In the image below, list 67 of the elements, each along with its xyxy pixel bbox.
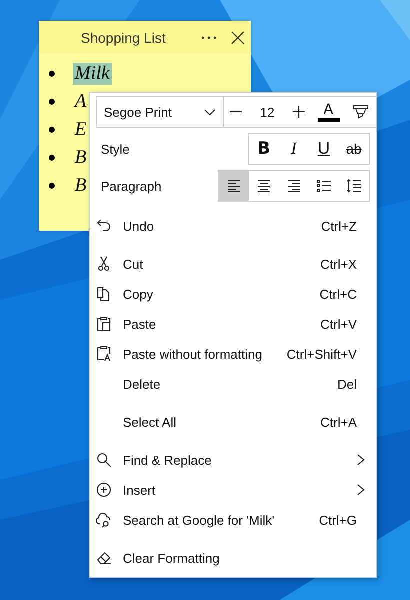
bullet-icon xyxy=(49,183,55,189)
bullet-icon xyxy=(49,127,55,133)
paste-icon xyxy=(96,316,112,332)
menu-item[interactable]: Paste Ctrl+V xyxy=(90,309,376,339)
copy-icon xyxy=(96,286,112,302)
search-icon xyxy=(96,452,112,468)
menu-item-label: Paste xyxy=(123,316,158,332)
menu-item-label: Cut xyxy=(123,256,144,272)
align-right-icon xyxy=(286,178,302,194)
eraser-icon xyxy=(96,550,112,566)
bullet-icon xyxy=(49,71,55,77)
shortcut-label: Ctrl+Z xyxy=(321,218,357,234)
shortcut-label: Ctrl+C xyxy=(320,286,357,302)
menu-item-label: Undo xyxy=(123,218,156,234)
highlighter-icon xyxy=(353,104,369,120)
note-title: Shopping List xyxy=(81,30,167,46)
menu-item[interactable]: Clear Formatting xyxy=(90,543,376,573)
style-label: Style xyxy=(100,142,131,156)
shortcut-label: Del xyxy=(337,376,357,392)
menu-item-label: Find & Replace xyxy=(123,452,213,468)
undo-icon xyxy=(96,218,112,234)
menu-item[interactable]: Cut Ctrl+X xyxy=(90,249,376,279)
menu-item-label: Search at Google for 'Milk' xyxy=(123,512,276,528)
more-icon[interactable] xyxy=(201,36,217,40)
menu-item-label: Copy xyxy=(123,286,154,302)
list-item: B xyxy=(74,175,88,197)
menu-item[interactable]: Undo Ctrl+Z xyxy=(90,211,376,241)
chevron-icon xyxy=(357,454,365,466)
menu-item-label: Delete xyxy=(123,376,162,392)
menu-item[interactable]: Select All Ctrl+A xyxy=(90,407,376,437)
menu-item-label: Clear Formatting xyxy=(123,550,221,566)
close-icon[interactable] xyxy=(231,30,245,44)
insert-icon xyxy=(96,482,112,498)
align-left-button[interactable] xyxy=(219,171,249,201)
menu-item[interactable]: Delete Del xyxy=(90,369,376,399)
menu-item[interactable]: Insert xyxy=(90,475,376,505)
list-item: B xyxy=(74,147,88,169)
bullet-list-icon xyxy=(316,178,332,194)
plus-icon[interactable] xyxy=(293,106,305,118)
align-center-icon xyxy=(256,178,272,194)
list-item: E xyxy=(74,119,88,141)
cloud-search-icon xyxy=(96,512,112,528)
menu-item[interactable]: Search at Google for 'Milk' Ctrl+G xyxy=(90,505,376,535)
shortcut-label: Ctrl+V xyxy=(320,316,357,332)
paragraph-label: Paragraph xyxy=(100,178,163,194)
list-item: Milk xyxy=(73,63,112,85)
minus-icon[interactable] xyxy=(230,111,242,113)
bullet-icon xyxy=(49,155,55,161)
font-size: 12 xyxy=(260,104,275,120)
cut-icon xyxy=(96,256,112,272)
chevron-icon xyxy=(357,484,365,496)
shortcut-label: Ctrl+X xyxy=(320,256,357,272)
shortcut-label: Ctrl+A xyxy=(320,414,357,430)
menu-item-label: Select All xyxy=(123,414,178,430)
shortcut-label: Ctrl+G xyxy=(319,512,357,528)
bullet-icon xyxy=(49,99,55,105)
line-spacing-icon xyxy=(346,178,362,194)
shortcut-label: Ctrl+Shift+V xyxy=(286,346,357,362)
chevron-down-icon xyxy=(204,108,216,116)
menu-item-label: Paste without formatting xyxy=(123,346,264,362)
menu-item[interactable]: Copy Ctrl+C xyxy=(90,279,376,309)
paste-plain-icon xyxy=(96,346,112,362)
menu-item[interactable]: Find & Replace xyxy=(90,445,376,475)
list-item: A xyxy=(73,91,88,113)
menu-item[interactable]: Paste without formatting Ctrl+Shift+V xyxy=(90,339,376,369)
menu-item-label: Insert xyxy=(123,482,157,498)
align-left-icon xyxy=(226,178,242,194)
